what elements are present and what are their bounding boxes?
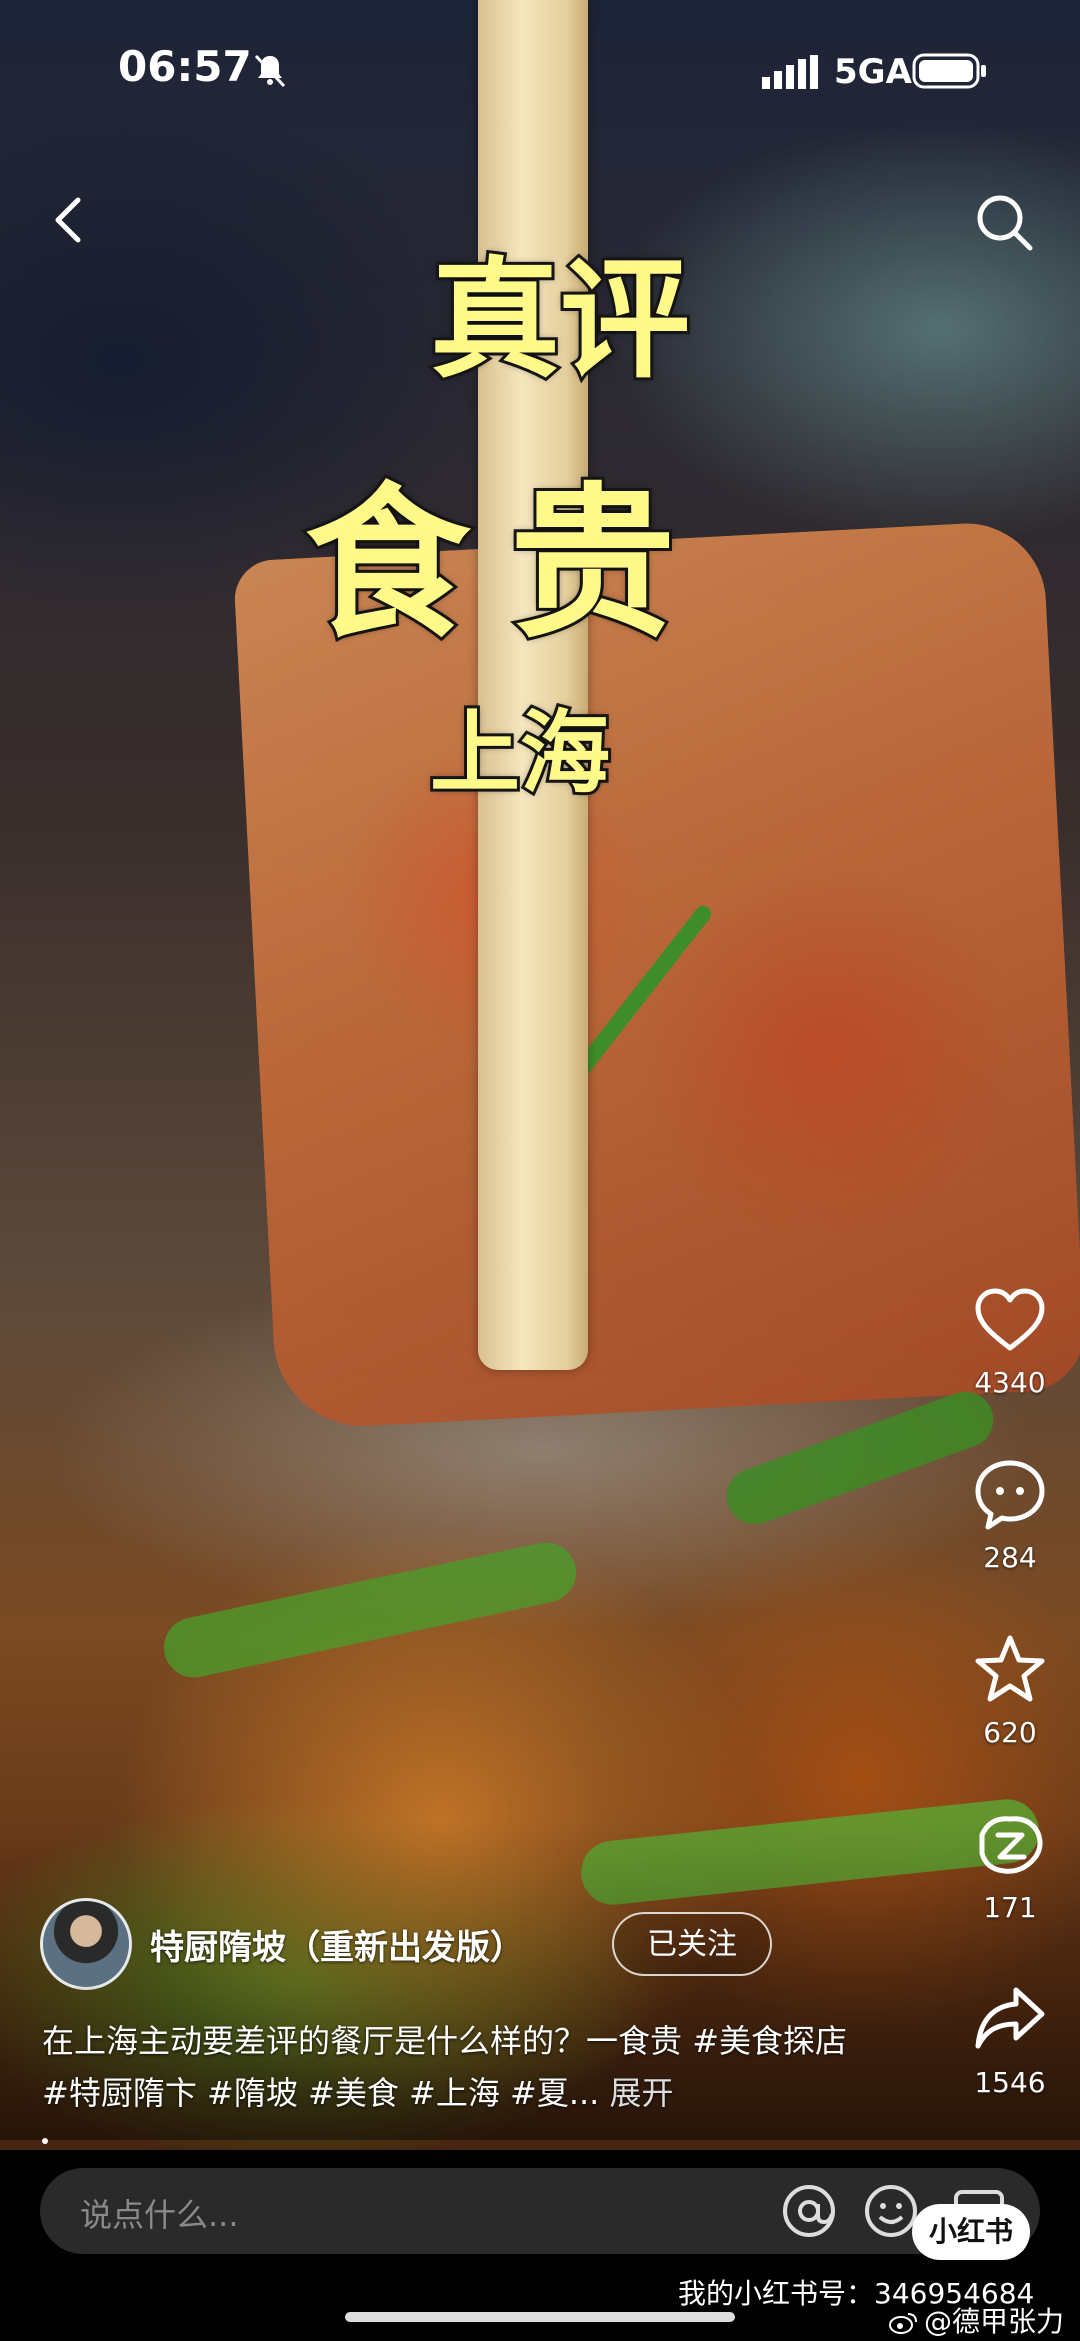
share-arrow-icon: [975, 1987, 1045, 2049]
hashtag[interactable]: #美食探店: [692, 2022, 847, 2060]
avatar[interactable]: [40, 1898, 132, 1990]
special-count: 171: [983, 1891, 1037, 1924]
note-caption[interactable]: 在上海主动要差评的餐厅是什么样的？一食贵 #美食探店 #特厨隋卞 #隋坡 #美食…: [42, 2015, 882, 2119]
hashtag[interactable]: #美食: [308, 2074, 399, 2112]
author-row: 特厨隋坡（重新出发版） 已关注: [40, 1898, 800, 1994]
comment-bubble-icon: [975, 1460, 1045, 1530]
comment-button[interactable]: 284: [960, 1455, 1060, 1574]
hashtag[interactable]: #夏...: [510, 2074, 599, 2112]
progress-dot: [42, 2138, 48, 2144]
search-icon[interactable]: [972, 190, 1036, 254]
weibo-icon: [889, 2313, 917, 2334]
status-time: 06:57: [118, 42, 252, 91]
weibo-handle: @德甲张力: [924, 2305, 1065, 2338]
special-reaction-icon: [979, 1816, 1043, 1874]
collect-count: 620: [983, 1716, 1037, 1749]
hashtag[interactable]: #特厨隋卞: [42, 2074, 197, 2112]
like-count: 4340: [974, 1366, 1046, 1399]
collect-button[interactable]: 620: [960, 1630, 1060, 1749]
follow-button[interactable]: 已关注: [612, 1912, 772, 1976]
battery-icon: [912, 53, 986, 89]
share-count: 1546: [974, 2066, 1046, 2099]
home-indicator[interactable]: [345, 2312, 735, 2322]
back-chevron-icon[interactable]: [40, 190, 100, 250]
weibo-watermark: @德甲张力: [888, 2300, 1064, 2340]
caption-text: 在上海主动要差评的餐厅是什么样的？一食贵: [42, 2022, 683, 2060]
status-bar: 06:57 5GA: [0, 0, 1080, 140]
expand-link[interactable]: 展开: [610, 2074, 674, 2112]
hashtag[interactable]: #上海: [409, 2074, 500, 2112]
comment-count: 284: [983, 1541, 1037, 1574]
network-label: 5GA: [834, 52, 912, 92]
heart-icon: [975, 1288, 1045, 1351]
cover-title-line3: 上海: [427, 697, 613, 809]
mention-at-icon[interactable]: [780, 2182, 838, 2240]
xiaohongshu-badge: 小红书: [912, 2204, 1030, 2260]
special-emoji-button[interactable]: 171: [960, 1805, 1060, 1924]
cover-title-line1: 真评: [427, 240, 693, 399]
cover-title-line2: 食贵: [302, 463, 715, 663]
comment-placeholder: 说点什么...: [80, 2196, 239, 2234]
like-button[interactable]: 4340: [960, 1280, 1060, 1399]
video-note-screen: 真评 食贵 上海 06:57 5GA 4340 284 620 171 1546…: [0, 0, 1080, 2341]
hashtag[interactable]: #隋坡: [207, 2074, 298, 2112]
author-name[interactable]: 特厨隋坡（重新出发版）: [150, 1920, 524, 1969]
signal-icon: [762, 55, 818, 89]
share-button[interactable]: 1546: [960, 1980, 1060, 2099]
mute-bell-icon: [254, 54, 286, 88]
star-icon: [975, 1635, 1045, 1702]
